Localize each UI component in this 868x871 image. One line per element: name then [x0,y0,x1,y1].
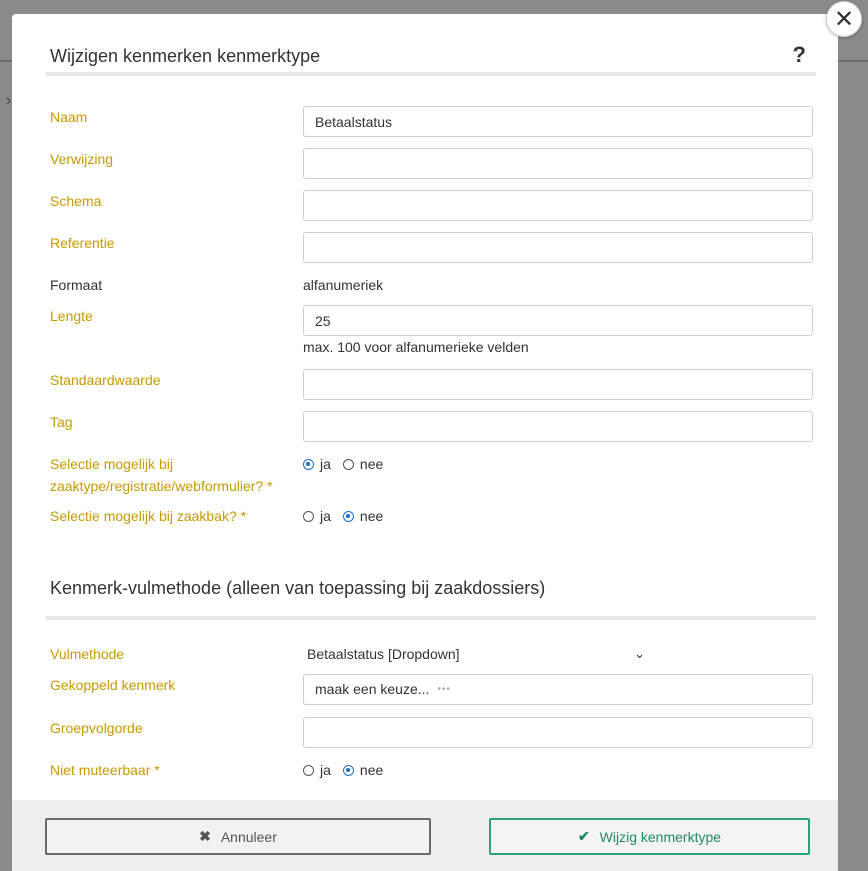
selectie-zaakbak-nee-radio[interactable]: nee [342,508,384,524]
header-divider [46,72,816,76]
help-icon[interactable]: ? [793,42,806,68]
edit-attribute-type-modal: Wijzigen kenmerken kenmerktype ? Naam Ve… [12,14,838,871]
formaat-label: Formaat [50,277,103,293]
gekoppeld-kenmerk-label: Gekoppeld kenmerk [50,677,176,693]
backdrop-chevron-icon: › [6,92,12,109]
schema-input[interactable] [303,190,813,221]
radio-label: ja [320,456,331,472]
referentie-label: Referentie [50,235,115,251]
vulmethode-section-title: Kenmerk-vulmethode (alleen van toepassin… [50,578,546,598]
gekoppeld-kenmerk-select[interactable]: maak een keuze... ••• [303,674,813,705]
selectie-zaaktype-label-line1: Selectie mogelijk bij [50,456,173,472]
radio-checked-icon [342,510,354,522]
radio-unchecked-icon [303,764,314,776]
lengte-hint: max. 100 voor alfanumerieke velden [303,339,529,355]
niet-muteerbaar-nee-radio[interactable]: nee [342,762,384,778]
selectie-zaakbak-ja-radio[interactable]: ja [303,508,331,524]
radio-label: ja [320,762,331,778]
niet-muteerbaar-ja-radio[interactable]: ja [303,762,331,778]
tag-input[interactable] [303,411,813,442]
selectie-zaakbak-radios: ja nee [303,505,395,527]
vulmethode-label: Vulmethode [50,646,125,662]
submit-button-label: Wijzig kenmerktype [599,828,722,845]
radio-label: nee [359,508,384,524]
lengte-label: Lengte [50,308,93,324]
selectie-zaakbak-label: Selectie mogelijk bij zaakbak? * [50,508,247,524]
gekoppeld-kenmerk-placeholder: maak een keuze... [315,681,430,697]
selectie-zaaktype-label-line2: zaaktype/registratie/webformulier? * [50,478,273,494]
naam-label: Naam [50,109,88,125]
loading-dots-icon: ••• [437,684,451,695]
chevron-down-icon: ⌄ [634,646,645,661]
radio-unchecked-icon [342,458,354,470]
modal-header: Wijzigen kenmerken kenmerktype ? [50,32,816,90]
close-icon: ✕ [833,5,855,33]
verwijzing-input[interactable] [303,148,813,179]
referentie-input[interactable] [303,232,813,263]
groepvolgorde-label: Groepvolgorde [50,720,143,736]
niet-muteerbaar-label: Niet muteerbaar * [50,762,160,778]
vulmethode-select[interactable]: Betaalstatus [Dropdown] ⌄ [303,643,645,665]
tag-label: Tag [50,414,73,430]
radio-unchecked-icon [303,510,314,522]
standaardwaarde-input[interactable] [303,369,813,400]
formaat-value: alfanumeriek [303,277,384,293]
cancel-button[interactable]: ✖ Annuleer [45,818,431,855]
radio-checked-icon [303,458,314,470]
modal-footer: ✖ Annuleer ✔ Wijzig kenmerktype [12,800,838,871]
verwijzing-label: Verwijzing [50,151,114,167]
close-icon: ✖ [199,828,211,844]
groepvolgorde-input[interactable] [303,717,813,748]
submit-button[interactable]: ✔ Wijzig kenmerktype [489,818,810,855]
modal-close-button[interactable]: ✕ [826,1,862,37]
niet-muteerbaar-radios: ja nee [303,759,395,781]
selectie-zaaktype-label: Selectie mogelijk bij zaaktype/registrat… [50,453,290,497]
modal-title: Wijzigen kenmerken kenmerktype [50,46,321,66]
naam-input[interactable] [303,106,813,137]
selectie-zaaktype-nee-radio[interactable]: nee [342,456,384,472]
standaardwaarde-label: Standaardwaarde [50,372,161,388]
radio-label: nee [359,762,384,778]
radio-checked-icon [342,764,354,776]
check-icon: ✔ [577,828,590,844]
schema-label: Schema [50,193,102,209]
radio-label: ja [320,508,331,524]
radio-label: nee [359,456,384,472]
section-divider [46,616,816,620]
selectie-zaaktype-radios: ja nee [303,453,395,475]
lengte-input[interactable] [303,305,813,336]
selectie-zaaktype-ja-radio[interactable]: ja [303,456,331,472]
cancel-button-label: Annuleer [220,828,277,845]
vulmethode-selected-value: Betaalstatus [Dropdown] [307,646,460,662]
